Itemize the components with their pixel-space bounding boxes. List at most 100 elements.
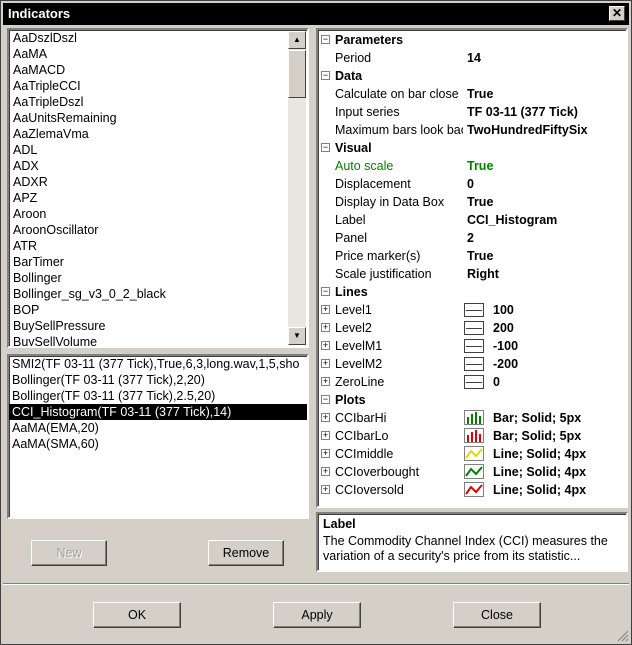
property-row[interactable]: Scale justification Right — [318, 265, 624, 283]
applied-indicator-item[interactable]: AaMA(SMA,60) — [9, 436, 307, 452]
remove-button[interactable]: Remove — [208, 540, 284, 566]
collapse-minus-icon[interactable]: − — [321, 35, 330, 44]
close-button[interactable]: Close — [453, 602, 541, 628]
property-value[interactable]: -100 — [493, 337, 518, 355]
property-value[interactable]: 200 — [493, 319, 514, 337]
collapse-minus-icon[interactable]: − — [321, 71, 330, 80]
expand-plus-icon[interactable]: + — [321, 467, 330, 476]
property-value[interactable]: 100 — [493, 301, 514, 319]
category-plots[interactable]: − Plots — [318, 391, 624, 409]
applied-indicators-list[interactable]: SMI2(TF 03-11 (377 Tick),True,6,3,long.w… — [7, 354, 309, 519]
plot-row[interactable]: + CCIoversold Line; Solid; 4px — [318, 481, 624, 499]
indicator-list-item[interactable]: AaTripleCCI — [11, 78, 287, 94]
line-level-row[interactable]: + LevelM2 -200 — [318, 355, 624, 373]
property-row[interactable]: Price marker(s) True — [318, 247, 624, 265]
expand-plus-icon[interactable]: + — [321, 413, 330, 422]
expand-plus-icon[interactable]: + — [321, 431, 330, 440]
indicator-list-item[interactable]: ATR — [11, 238, 287, 254]
indicator-list-item[interactable]: BarTimer — [11, 254, 287, 270]
indicator-list-item[interactable]: BuySellVolume — [11, 334, 287, 346]
indicator-list-item[interactable]: Aroon — [11, 206, 287, 222]
property-value[interactable]: True — [467, 85, 493, 103]
available-indicators-list[interactable]: AaDszlDszl AaMA AaMACD AaTripleCCI AaTripleD… — [7, 28, 309, 348]
indicator-list-item[interactable]: AaMACD — [11, 62, 287, 78]
expand-plus-icon[interactable]: + — [321, 305, 330, 314]
expand-plus-icon[interactable]: + — [321, 377, 330, 386]
indicator-list-item[interactable]: Bollinger — [11, 270, 287, 286]
indicator-list-item[interactable]: AaMA — [11, 46, 287, 62]
resize-grip-icon[interactable] — [617, 630, 629, 642]
property-row[interactable]: Panel 2 — [318, 229, 624, 247]
collapse-minus-icon[interactable]: − — [321, 143, 330, 152]
scroll-down-arrow-icon[interactable]: ▼ — [288, 327, 306, 345]
indicator-list-item[interactable]: AaDszlDszl — [11, 30, 287, 46]
indicator-list-item[interactable]: BOP — [11, 302, 287, 318]
property-value[interactable]: Line; Solid; 4px — [493, 445, 586, 463]
title-bar[interactable]: Indicators ✕ — [3, 3, 629, 25]
property-value[interactable]: Line; Solid; 4px — [493, 463, 586, 481]
property-value[interactable]: Right — [467, 265, 499, 283]
property-value[interactable]: -200 — [493, 355, 518, 373]
property-value[interactable]: True — [467, 247, 493, 265]
applied-indicator-item[interactable]: Bollinger(TF 03-11 (377 Tick),2,20) — [9, 372, 307, 388]
collapse-minus-icon[interactable]: − — [321, 287, 330, 296]
property-value[interactable]: Bar; Solid; 5px — [493, 427, 581, 445]
property-value[interactable]: 14 — [467, 49, 481, 67]
property-value[interactable]: Bar; Solid; 5px — [493, 409, 581, 427]
line-level-row[interactable]: + LevelM1 -100 — [318, 337, 624, 355]
apply-button[interactable]: Apply — [273, 602, 361, 628]
property-row[interactable]: Displacement 0 — [318, 175, 624, 193]
line-level-row[interactable]: + Level2 200 — [318, 319, 624, 337]
indicator-list-item[interactable]: AaTripleDszl — [11, 94, 287, 110]
indicator-list-item[interactable]: AaZlemaVma — [11, 126, 287, 142]
applied-indicator-item[interactable]: CCI_Histogram(TF 03-11 (377 Tick),14) — [9, 404, 307, 420]
property-grid[interactable]: − Parameters Period 14− Data Calculate on bar… — [316, 28, 628, 508]
indicator-list-item[interactable]: Bollinger_sg_v3_0_2_black — [11, 286, 287, 302]
applied-indicator-item[interactable]: SMI2(TF 03-11 (377 Tick),True,6,3,long.w… — [9, 356, 307, 372]
expand-plus-icon[interactable]: + — [321, 485, 330, 494]
property-value[interactable]: 0 — [493, 373, 500, 391]
property-value[interactable]: TF 03-11 (377 Tick) — [467, 103, 578, 121]
scroll-up-arrow-icon[interactable]: ▲ — [288, 31, 306, 49]
new-button[interactable]: New — [31, 540, 107, 566]
property-row[interactable]: Display in Data Box True — [318, 193, 624, 211]
plot-row[interactable]: + CCIbarLo Bar; Solid; 5px — [318, 427, 624, 445]
indicator-list-item[interactable]: ADL — [11, 142, 287, 158]
property-value[interactable]: Line; Solid; 4px — [493, 481, 586, 499]
property-value[interactable]: True — [467, 157, 493, 175]
applied-indicator-item[interactable]: AaMA(EMA,20) — [9, 420, 307, 436]
indicator-list-item[interactable]: ADX — [11, 158, 287, 174]
indicator-list-item[interactable]: AaUnitsRemaining — [11, 110, 287, 126]
plot-row[interactable]: + CCImiddle Line; Solid; 4px — [318, 445, 624, 463]
expand-plus-icon[interactable]: + — [321, 359, 330, 368]
property-value[interactable]: CCI_Histogram — [467, 211, 557, 229]
indicator-list-item[interactable]: APZ — [11, 190, 287, 206]
indicator-list-scrollbar[interactable]: ▲ ▼ — [288, 31, 306, 345]
property-row[interactable]: Calculate on bar close True — [318, 85, 624, 103]
line-level-row[interactable]: + Level1 100 — [318, 301, 624, 319]
expand-plus-icon[interactable]: + — [321, 449, 330, 458]
category-visual[interactable]: − Visual — [318, 139, 624, 157]
property-value[interactable]: 0 — [467, 175, 474, 193]
property-value[interactable]: TwoHundredFiftySix — [467, 121, 588, 139]
indicator-list-item[interactable]: BuySellPressure — [11, 318, 287, 334]
plot-row[interactable]: + CCIoverbought Line; Solid; 4px — [318, 463, 624, 481]
property-row[interactable]: Period 14 — [318, 49, 624, 67]
category-lines[interactable]: − Lines — [318, 283, 624, 301]
collapse-minus-icon[interactable]: − — [321, 395, 330, 404]
line-level-row[interactable]: + ZeroLine 0 — [318, 373, 624, 391]
property-row[interactable]: Label CCI_Histogram — [318, 211, 624, 229]
plot-row[interactable]: + CCIbarHi Bar; Solid; 5px — [318, 409, 624, 427]
indicator-list-item[interactable]: AroonOscillator — [11, 222, 287, 238]
property-value[interactable]: 2 — [467, 229, 474, 247]
ok-button[interactable]: OK — [93, 602, 181, 628]
property-row[interactable]: Maximum bars look back TwoHundredFiftySix — [318, 121, 624, 139]
close-icon[interactable]: ✕ — [609, 6, 625, 21]
applied-indicator-item[interactable]: Bollinger(TF 03-11 (377 Tick),2.5,20) — [9, 388, 307, 404]
category-parameters[interactable]: − Parameters — [318, 31, 624, 49]
category-data[interactable]: − Data — [318, 67, 624, 85]
expand-plus-icon[interactable]: + — [321, 323, 330, 332]
property-row[interactable]: Auto scale True — [318, 157, 624, 175]
scroll-thumb[interactable] — [288, 50, 306, 98]
indicator-list-item[interactable]: ADXR — [11, 174, 287, 190]
